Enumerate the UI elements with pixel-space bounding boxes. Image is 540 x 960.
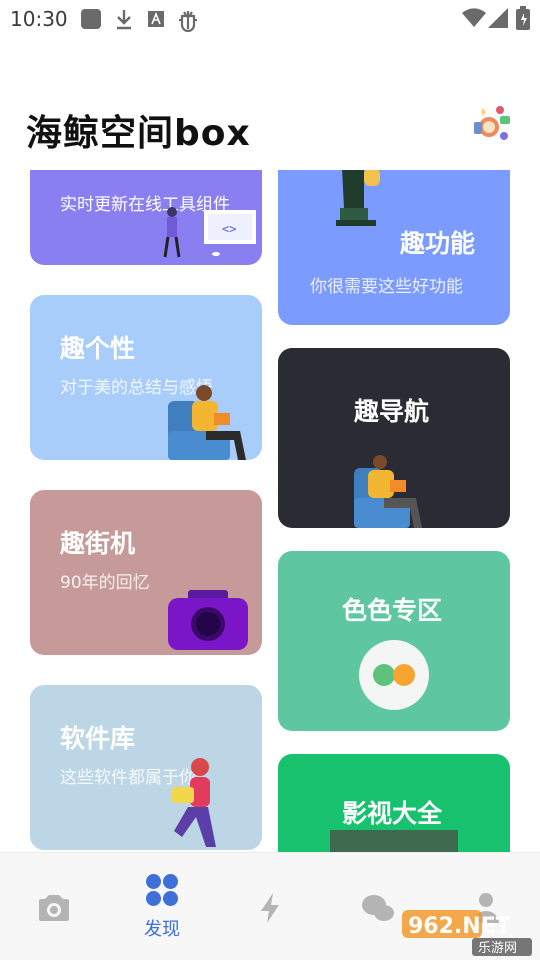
card-persona-title: 趣个性 (60, 334, 136, 363)
camera-illustration (168, 590, 248, 650)
watermark-text: 962.NET (408, 914, 511, 939)
card-video-title: 影视大全 (342, 799, 443, 828)
lightning-icon (261, 893, 279, 923)
watermark-subtext: 乐游网 (478, 941, 517, 956)
card-fun-subtitle: 你很需要这些好功能 (310, 277, 463, 297)
screen-illustration (330, 830, 458, 852)
card-software-title: 软件库 (60, 724, 136, 753)
download-icon (117, 10, 131, 30)
card-arcade-title: 趣街机 (60, 529, 136, 558)
armchair-reader-illustration (354, 455, 422, 528)
card-arcade-subtitle: 90年的回忆 (60, 573, 150, 593)
card-tools[interactable]: 实时更新在线工具组件 <> (30, 170, 262, 265)
status-bar: 10:30 (0, 0, 540, 38)
card-persona[interactable]: 趣个性 对于美的总结与感悟 (30, 295, 262, 460)
card-color-zone-title: 色色专区 (342, 596, 443, 625)
watermark-logo: 962.NET 乐游网 (402, 910, 532, 956)
armchair-reader-illustration (168, 385, 246, 460)
card-color-zone[interactable]: 色色专区 (278, 551, 510, 731)
bug-icon (179, 11, 197, 32)
nav-item-camera[interactable] (0, 853, 108, 960)
card-fun-title: 趣功能 (400, 229, 476, 258)
legs-illustration (336, 170, 380, 226)
grid-icon (146, 874, 178, 906)
font-a-icon (148, 11, 164, 27)
laptop-person-illustration: <> (163, 207, 256, 258)
nav-item-discover[interactable]: 发现 (108, 853, 216, 960)
nav-item-lightning[interactable] (216, 853, 324, 960)
card-navigation[interactable]: 趣导航 (278, 348, 510, 528)
dual-dot-icon (359, 640, 429, 710)
feature-grid: 实时更新在线工具组件 <> 趣功能 你很需要这些好功能 趣个性 对于美的总结与感… (0, 170, 540, 852)
battery-icon (516, 6, 530, 30)
nav-label-discover: 发现 (144, 919, 180, 940)
person-with-bag-illustration (172, 758, 216, 847)
svg-text:<>: <> (222, 222, 236, 236)
camera-icon (39, 895, 69, 921)
chat-icon (362, 895, 394, 921)
card-navigation-title: 趣导航 (354, 397, 430, 426)
card-arcade[interactable]: 趣街机 90年的回忆 (30, 490, 262, 655)
signal-icon (488, 8, 508, 28)
app-square-icon (81, 9, 101, 29)
card-fun[interactable]: 趣功能 你很需要这些好功能 (278, 170, 510, 325)
card-video[interactable]: 影视大全 (278, 754, 510, 852)
status-time: 10:30 (10, 7, 68, 31)
app-screen: 10:30 海鲸空间box 实时更新在线工具组件 <> 趣功能 你很需要这些好功… (0, 0, 540, 960)
card-software[interactable]: 软件库 这些软件都属于你 (30, 685, 262, 850)
page-title: 海鲸空间box (26, 113, 251, 154)
wifi-icon (462, 8, 486, 27)
colorful-badge-icon[interactable] (468, 102, 514, 148)
